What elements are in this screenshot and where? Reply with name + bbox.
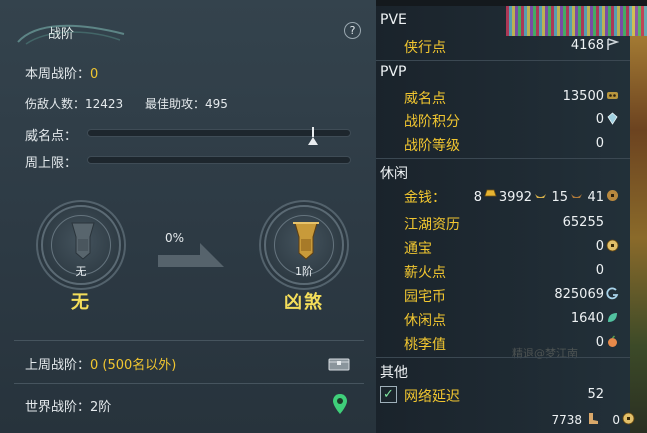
money-coin-value: 41	[587, 190, 604, 205]
coin-icon	[606, 239, 619, 252]
pvp-value-1: 0	[595, 112, 604, 127]
pvp-label-1: 战阶积分	[404, 114, 460, 130]
map-pin-icon[interactable]	[332, 393, 348, 415]
section-pvp: PVP	[380, 64, 407, 80]
footer-value-2: 0	[612, 413, 620, 427]
last-week-value: 0 (500名以外)	[90, 358, 177, 373]
pvp-value-0: 13500	[562, 89, 604, 104]
prestige-label: 威名点：	[25, 129, 78, 144]
weekly-rank: 本周战阶：0	[25, 63, 98, 82]
world-rank-value: 2阶	[90, 400, 112, 415]
leisure-label-0: 江湖资历	[404, 217, 460, 233]
game-background	[630, 0, 647, 433]
divider	[14, 383, 364, 384]
leisure-label-2: 薪火点	[404, 265, 446, 281]
pvp-value-2: 0	[595, 136, 604, 151]
pvp-label-0: 威名点	[404, 91, 446, 107]
weekly-rank-label: 本周战阶：	[25, 67, 91, 82]
leisure-label-3: 园宅币	[404, 289, 446, 305]
prestige-marker-icon	[308, 137, 318, 145]
best-assist-value: 495	[205, 97, 228, 111]
next-rank-name: 凶煞	[284, 292, 324, 313]
leisure-value-1: 0	[595, 239, 604, 254]
game-background-stripes	[506, 6, 647, 36]
panel-title: 战阶	[48, 27, 75, 42]
last-week-label: 上周战阶：	[25, 358, 91, 373]
separator	[376, 158, 630, 159]
leaf-icon	[608, 313, 617, 322]
prestige-marker-line	[312, 127, 314, 137]
rank-badge-icon	[71, 222, 95, 260]
best-assist-label: 最佳助攻：	[145, 97, 206, 111]
silver-ingot-icon	[535, 194, 546, 198]
background-text: 精退@梦江南	[512, 347, 578, 360]
leisure-value-0: 65255	[562, 215, 604, 230]
help-button[interactable]: ?	[344, 22, 361, 39]
latency-value: 52	[587, 387, 604, 402]
divider	[14, 340, 364, 341]
money-gold-value: 8	[473, 190, 482, 205]
copper-coin-icon	[607, 190, 618, 201]
flag-icon	[607, 38, 619, 50]
world-rank: 世界战阶：2阶	[25, 396, 111, 415]
section-other: 其他	[380, 365, 408, 381]
money-label: 金钱：	[404, 190, 446, 206]
weekly-cap-bar	[87, 156, 351, 164]
leisure-value-4: 1640	[570, 311, 604, 326]
house-coin-icon	[606, 287, 619, 300]
peach-icon	[608, 335, 617, 347]
world-rank-label: 世界战阶：	[25, 400, 91, 415]
current-rank-sub: 无	[75, 265, 87, 278]
crystal-icon	[607, 112, 618, 125]
progress-arrow-icon	[158, 243, 224, 267]
rank-badge-gold-icon	[293, 222, 319, 260]
latency-label: 网络延迟	[404, 389, 460, 405]
best-assist-stat: 最佳助攻：495	[145, 95, 228, 112]
copper-ingot-icon	[571, 194, 582, 198]
weekly-rank-value: 0	[90, 67, 99, 82]
money-copper-value: 15	[551, 190, 568, 205]
gold-ingot-icon	[484, 189, 497, 197]
weekly-cap-label: 周上限：	[25, 156, 78, 171]
leisure-label-1: 通宝	[404, 241, 432, 257]
section-leisure: 休闲	[380, 166, 408, 182]
pvp-label-2: 战阶等级	[404, 138, 460, 154]
chest-icon[interactable]	[327, 354, 351, 372]
enemies-value: 12423	[85, 97, 124, 111]
leisure-value-2: 0	[595, 263, 604, 278]
enemies-label: 伤敌人数：	[25, 97, 86, 111]
last-week-rank: 上周战阶：0 (500名以外)	[25, 354, 176, 373]
current-rank-name: 无	[71, 292, 91, 313]
top-strip	[376, 0, 647, 6]
boot-icon	[589, 413, 598, 424]
money-silver-value: 3992	[498, 190, 532, 205]
section-pve: PVE	[380, 12, 407, 28]
next-rank-sub: 1阶	[295, 265, 313, 278]
rank-panel: 战阶 ? 本周战阶：0 伤敌人数：12423 最佳助攻：495 威名点： 周上限…	[0, 0, 376, 433]
pve-label-0: 侠行点	[404, 40, 446, 56]
panel-title-bar: 战阶	[0, 14, 376, 48]
enemies-stat: 伤敌人数：12423	[25, 95, 123, 112]
footer-value-1: 7738	[551, 413, 582, 427]
mask-icon	[607, 92, 618, 99]
separator	[376, 357, 630, 358]
coin-icon	[622, 412, 635, 425]
separator	[376, 60, 630, 61]
latency-checkbox[interactable]: ✓	[380, 386, 397, 403]
leisure-value-3: 825069	[554, 287, 604, 302]
leisure-label-4: 休闲点	[404, 313, 446, 329]
leisure-label-5: 桃李值	[404, 337, 446, 353]
pve-value-0: 4168	[570, 38, 604, 53]
